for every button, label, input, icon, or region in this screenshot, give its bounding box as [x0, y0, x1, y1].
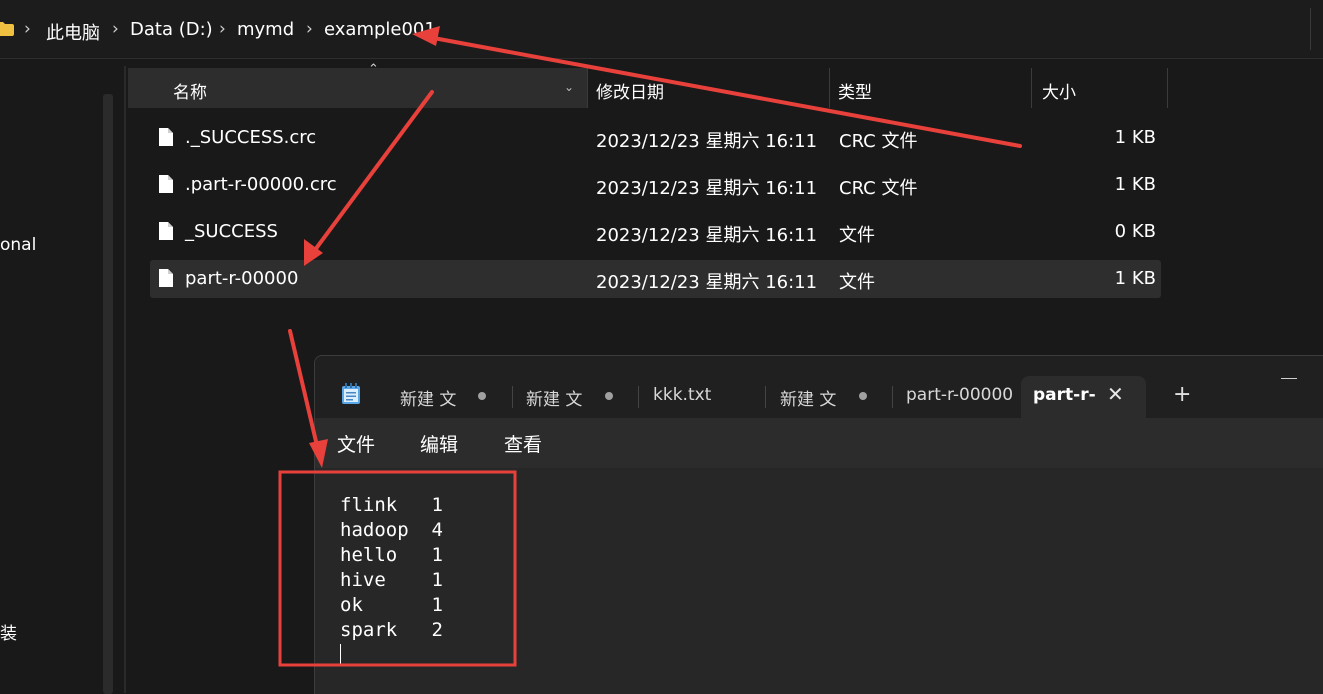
- column-header: 名称 ⌄ 修改日期 类型 大小: [128, 68, 1168, 108]
- tab-part-r-active[interactable]: part-r- ✕: [1021, 376, 1146, 418]
- column-separator[interactable]: [587, 68, 588, 108]
- chevron-down-icon[interactable]: ⌄: [564, 80, 574, 94]
- notepad-titlebar[interactable]: 新建 文 新建 文 kkk.txt 新建 文 part-r-00000 part…: [315, 356, 1323, 418]
- unsaved-dot-icon: [859, 392, 867, 400]
- notepad-window[interactable]: 新建 文 新建 文 kkk.txt 新建 文 part-r-00000 part…: [314, 355, 1323, 694]
- tab-label: 新建 文: [400, 390, 457, 410]
- folder-icon: [0, 22, 14, 36]
- file-size: 1 KB: [1114, 127, 1156, 148]
- column-separator[interactable]: [1031, 68, 1032, 108]
- pane-divider[interactable]: [124, 66, 126, 693]
- file-icon: [159, 269, 173, 287]
- nav-scrollbar[interactable]: [103, 94, 113, 694]
- chevron-right-icon: ›: [24, 19, 31, 39]
- file-icon: [159, 222, 173, 240]
- file-name: part-r-00000: [185, 268, 299, 289]
- navigation-pane: onal 装: [0, 59, 116, 693]
- menu-view[interactable]: 查看: [504, 430, 542, 457]
- file-date: 2023/12/23 星期六 16:11: [596, 225, 818, 246]
- text-editor[interactable]: flink 1 hadoop 4 hello 1 hive 1 ok 1 spa…: [315, 468, 1323, 694]
- file-type: 文件: [839, 272, 875, 293]
- tab-new-document-1[interactable]: 新建 文: [385, 376, 509, 418]
- file-date: 2023/12/23 星期六 16:11: [596, 178, 818, 199]
- text-caret: [340, 644, 341, 666]
- file-row[interactable]: _SUCCESS 2023/12/23 星期六 16:11 文件 0 KB: [150, 213, 1161, 251]
- file-date: 2023/12/23 星期六 16:11: [596, 131, 818, 152]
- menu-file[interactable]: 文件: [337, 430, 375, 457]
- tab-part-r-00000[interactable]: part-r-00000: [892, 376, 1020, 418]
- file-row[interactable]: .part-r-00000.crc 2023/12/23 星期六 16:11 C…: [150, 166, 1161, 204]
- new-tab-button[interactable]: +: [1173, 382, 1191, 407]
- column-separator[interactable]: [829, 68, 830, 108]
- file-name: ._SUCCESS.crc: [185, 127, 317, 148]
- breadcrumb-data-drive[interactable]: Data (D:): [130, 19, 213, 40]
- close-icon[interactable]: ✕: [1107, 382, 1124, 406]
- chevron-right-icon: ›: [219, 19, 226, 39]
- chevron-right-icon: ›: [306, 19, 313, 39]
- file-icon: [159, 175, 173, 193]
- file-date: 2023/12/23 星期六 16:11: [596, 272, 818, 293]
- text-line: ok 1: [340, 594, 443, 616]
- column-header-size[interactable]: 大小: [1042, 78, 1076, 103]
- column-separator[interactable]: [1167, 68, 1168, 108]
- breadcrumb-example001[interactable]: example001: [324, 19, 436, 40]
- text-line: spark 2: [340, 619, 443, 641]
- file-type: CRC 文件: [839, 131, 918, 152]
- tab-kkk-txt[interactable]: kkk.txt: [638, 376, 764, 418]
- notepad-app-icon: [342, 383, 360, 404]
- menu-edit[interactable]: 编辑: [420, 430, 458, 457]
- sort-ascending-icon: ⌃: [368, 62, 379, 77]
- tab-label: 新建 文: [780, 390, 837, 410]
- breadcrumb-this-pc[interactable]: 此电脑: [46, 19, 100, 45]
- unsaved-dot-icon: [478, 392, 486, 400]
- column-header-type[interactable]: 类型: [838, 78, 872, 103]
- file-size: 1 KB: [1114, 174, 1156, 195]
- address-bar-edge: [1310, 8, 1323, 50]
- file-type: CRC 文件: [839, 178, 918, 199]
- text-line: hello 1: [340, 544, 443, 566]
- notepad-menubar: 文件 编辑 查看: [315, 418, 1323, 468]
- text-line: hive 1: [340, 569, 443, 591]
- file-row[interactable]: ._SUCCESS.crc 2023/12/23 星期六 16:11 CRC 文…: [150, 119, 1161, 157]
- tab-label: part-r-: [1033, 385, 1096, 405]
- tab-label: part-r-00000: [906, 385, 1014, 405]
- tab-label: 新建 文: [526, 390, 583, 410]
- file-name: _SUCCESS: [185, 221, 278, 242]
- column-header-date[interactable]: 修改日期: [596, 78, 664, 103]
- minimize-button[interactable]: [1281, 378, 1297, 379]
- file-size: 0 KB: [1114, 221, 1156, 242]
- file-row-selected[interactable]: part-r-00000 2023/12/23 星期六 16:11 文件 1 K…: [150, 260, 1161, 298]
- tab-label: kkk.txt: [653, 385, 712, 405]
- chevron-right-icon: ›: [112, 19, 119, 39]
- breadcrumb-mymd[interactable]: mymd: [237, 19, 294, 40]
- file-type: 文件: [839, 225, 875, 246]
- text-line: flink 1: [340, 494, 443, 516]
- text-line: hadoop 4: [340, 519, 443, 541]
- column-name-label: 名称: [173, 83, 207, 103]
- file-name: .part-r-00000.crc: [185, 174, 337, 195]
- tab-new-document-3[interactable]: 新建 文: [765, 376, 891, 418]
- address-bar[interactable]: › 此电脑 › Data (D:) › mymd › example001: [0, 0, 1323, 59]
- nav-item-fragment[interactable]: onal: [0, 235, 36, 255]
- file-size: 1 KB: [1114, 268, 1156, 289]
- nav-item-fragment[interactable]: 装: [0, 619, 17, 644]
- file-icon: [159, 128, 173, 146]
- column-header-name[interactable]: 名称 ⌄: [128, 68, 587, 108]
- tab-new-document-2[interactable]: 新建 文: [512, 376, 636, 418]
- unsaved-dot-icon: [605, 392, 613, 400]
